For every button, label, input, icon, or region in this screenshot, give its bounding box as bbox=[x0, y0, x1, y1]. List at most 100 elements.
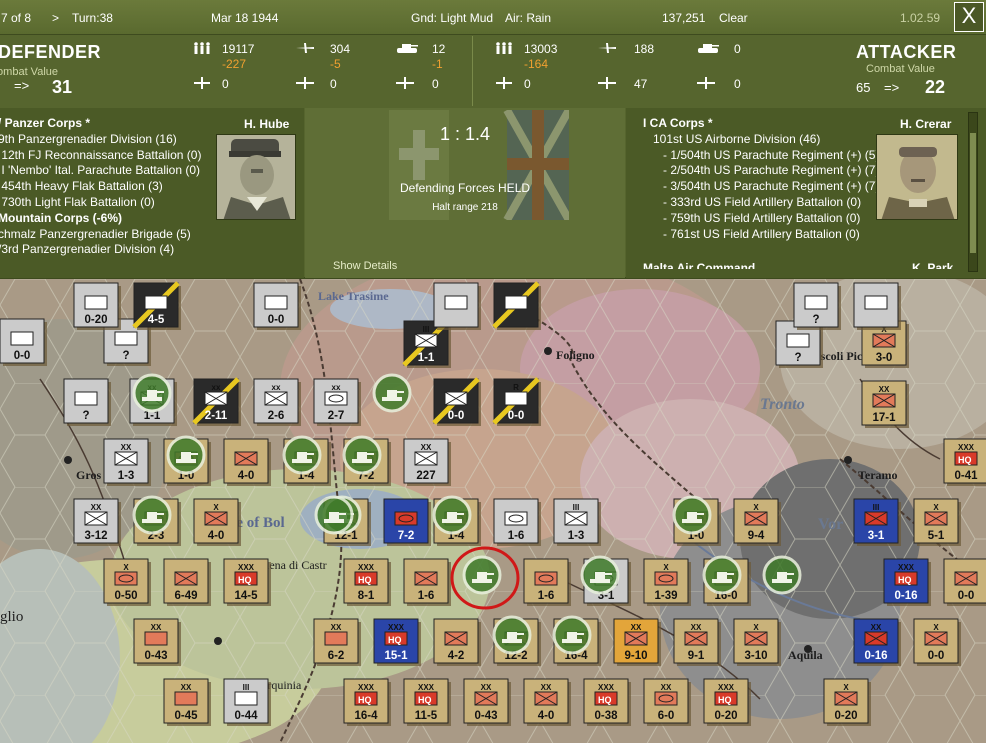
unit-counter[interactable]: XX 0-45 bbox=[163, 678, 211, 726]
air-unit-marker[interactable] bbox=[552, 615, 592, 655]
unit-counter[interactable]: XX 4-0 bbox=[523, 678, 571, 726]
unit-row[interactable]: /3rd Panzergrenadier Division (4) bbox=[0, 242, 201, 258]
hq-label: HQ bbox=[418, 695, 432, 705]
unit-counter[interactable]: HQ XXX 0-38 bbox=[583, 678, 631, 726]
defender-unit-list[interactable]: / Panzer Corps * 9th Panzergrenadier Divi… bbox=[0, 116, 201, 258]
unit-row[interactable]: 454th Heavy Flak Battalion (3) bbox=[0, 179, 201, 195]
unit-counter[interactable]: 0-0 bbox=[943, 558, 986, 606]
unit-row[interactable]: 9th Panzergrenadier Division (16) bbox=[0, 132, 201, 148]
attacker-scrollbar[interactable] bbox=[968, 112, 978, 272]
corps-row[interactable]: / Panzer Corps * bbox=[0, 116, 201, 132]
unit-counter[interactable]: X 0-50 bbox=[103, 558, 151, 606]
unit-counter[interactable]: 0-0 bbox=[432, 377, 481, 426]
unit-counter[interactable]: 1-6 bbox=[403, 558, 451, 606]
unit-counter[interactable]: XX 9-1 bbox=[673, 618, 721, 666]
unit-counter[interactable]: XX 17-1 bbox=[861, 380, 909, 428]
unit-counter[interactable]: HQ XXX 0-16 bbox=[883, 558, 931, 606]
unit-counter[interactable]: 0-20 bbox=[73, 282, 121, 330]
unit-counter[interactable]: X 4-0 bbox=[193, 498, 241, 546]
unit-row[interactable]: I 'Nembo' Ital. Parachute Battalion (0) bbox=[0, 163, 201, 179]
corps-row[interactable]: Mountain Corps (-6%) bbox=[0, 211, 201, 227]
unit-row[interactable]: - 2/504th US Parachute Regiment (+) (7) bbox=[643, 163, 879, 179]
unit-counter[interactable]: HQ XXX 11-5 bbox=[403, 678, 451, 726]
unit-strength-label: 1-3 bbox=[118, 470, 135, 482]
unit-counter[interactable]: 4-5 bbox=[132, 281, 181, 330]
unit-counter[interactable]: 4-2 bbox=[433, 618, 481, 666]
unit-counter[interactable] bbox=[853, 282, 901, 330]
unit-row[interactable]: - 1/504th US Parachute Regiment (+) (5) bbox=[643, 148, 879, 164]
attacker-units-pane[interactable]: I CA Corps * 101st US Airborne Division … bbox=[626, 108, 986, 278]
unit-counter[interactable]: ? bbox=[793, 282, 841, 330]
unit-counter[interactable]: XX 0-16 bbox=[853, 618, 901, 666]
close-button[interactable]: X bbox=[954, 2, 984, 32]
unit-row[interactable]: - 3/504th US Parachute Regiment (+) (7) bbox=[643, 179, 879, 195]
unit-counter[interactable]: XX 0-43 bbox=[463, 678, 511, 726]
hex-map[interactable]: Lake Trasime Foligno Ascoli Piceno Tront… bbox=[0, 279, 986, 743]
unit-row[interactable]: 730th Light Flak Battalion (0) bbox=[0, 195, 201, 211]
corps-row[interactable]: I CA Corps * bbox=[643, 116, 879, 132]
unit-counter[interactable]: ? bbox=[63, 378, 111, 426]
air-unit-marker[interactable] bbox=[166, 435, 206, 475]
next-arrow[interactable]: > bbox=[52, 11, 59, 25]
unit-row[interactable]: chmalz Panzergrenadier Brigade (5) bbox=[0, 227, 201, 243]
air-unit-marker[interactable] bbox=[702, 555, 742, 595]
show-details-link[interactable]: Show Details bbox=[333, 260, 397, 272]
unit-counter[interactable]: xx 2-11 bbox=[192, 377, 241, 426]
unit-counter[interactable] bbox=[433, 282, 481, 330]
air-unit-marker[interactable] bbox=[314, 495, 354, 535]
unit-counter[interactable]: HQ XXX 0-41 bbox=[943, 438, 986, 486]
unit-row[interactable]: - 759th US Field Artillery Battalion (0) bbox=[643, 211, 879, 227]
unit-counter[interactable]: 4-0 bbox=[223, 438, 271, 486]
air-unit-marker[interactable] bbox=[282, 435, 322, 475]
unit-counter[interactable]: III 0-44 bbox=[223, 678, 271, 726]
unit-counter[interactable]: 6-49 bbox=[163, 558, 211, 606]
air-unit-marker[interactable] bbox=[432, 495, 472, 535]
unit-counter[interactable]: III 1-3 bbox=[553, 498, 601, 546]
unit-row[interactable]: - 333rd US Field Artillery Battalion (0) bbox=[643, 195, 879, 211]
unit-counter[interactable]: XX 6-0 bbox=[643, 678, 691, 726]
unit-counter[interactable]: HQ XXX 0-20 bbox=[703, 678, 751, 726]
air-unit-marker[interactable] bbox=[372, 373, 412, 413]
air-unit-marker[interactable] bbox=[762, 555, 802, 595]
unit-counter[interactable]: XX 3-12 bbox=[73, 498, 121, 546]
unit-counter[interactable]: 1-6 bbox=[493, 498, 541, 546]
unit-counter[interactable]: 1-6 bbox=[523, 558, 571, 606]
unit-counter[interactable]: xx 2-7 bbox=[313, 378, 361, 426]
unit-counter[interactable]: XX 1-3 bbox=[103, 438, 151, 486]
unit-counter[interactable]: X 1-39 bbox=[643, 558, 691, 606]
air-unit-marker[interactable] bbox=[492, 615, 532, 655]
unit-counter[interactable]: XX 9-10 bbox=[613, 618, 661, 666]
attacker-unit-list[interactable]: I CA Corps * 101st US Airborne Division … bbox=[643, 116, 879, 242]
unit-counter[interactable]: HQ XXX 8-1 bbox=[343, 558, 391, 606]
unit-counter[interactable]: 7-2 bbox=[383, 498, 431, 546]
air-unit-marker[interactable] bbox=[462, 555, 502, 595]
air-unit-marker[interactable] bbox=[580, 555, 620, 595]
unit-counter[interactable]: HQ XXX 16-4 bbox=[343, 678, 391, 726]
unit-counter[interactable]: X 0-20 bbox=[823, 678, 871, 726]
unit-counter[interactable]: HQ XXX 14-5 bbox=[223, 558, 271, 606]
air-unit-marker[interactable] bbox=[342, 435, 382, 475]
unit-row[interactable]: 12th FJ Reconnaissance Battalion (0) bbox=[0, 148, 201, 164]
unit-counter[interactable]: HQ XXX 15-1 bbox=[373, 618, 421, 666]
scrollbar-thumb[interactable] bbox=[970, 133, 976, 253]
defender-units-pane[interactable]: / Panzer Corps * 9th Panzergrenadier Divi… bbox=[0, 108, 304, 278]
unit-row[interactable]: 101st US Airborne Division (46) bbox=[643, 132, 879, 148]
unit-counter[interactable]: XX 0-43 bbox=[133, 618, 181, 666]
unit-counter[interactable]: X 3-10 bbox=[733, 618, 781, 666]
unit-counter[interactable]: 0-0 bbox=[0, 318, 47, 366]
unit-counter[interactable]: 0-0 bbox=[253, 282, 301, 330]
air-unit-marker[interactable] bbox=[132, 373, 172, 413]
air-unit-marker[interactable] bbox=[672, 495, 712, 535]
unit-counter[interactable]: XX 6-2 bbox=[313, 618, 361, 666]
unit-row[interactable]: - 761st US Field Artillery Battalion (0) bbox=[643, 227, 879, 243]
air-unit-marker[interactable] bbox=[132, 495, 172, 535]
unit-counter[interactable]: R 0-0 bbox=[492, 377, 541, 426]
unit-counter[interactable]: X 0-0 bbox=[913, 618, 961, 666]
unit-size-label: III bbox=[423, 325, 430, 334]
unit-counter[interactable]: xx 2-6 bbox=[253, 378, 301, 426]
unit-counter[interactable]: XX 227 bbox=[403, 438, 451, 486]
unit-counter[interactable]: X 9-4 bbox=[733, 498, 781, 546]
unit-counter[interactable]: X 5-1 bbox=[913, 498, 961, 546]
unit-counter[interactable] bbox=[492, 281, 541, 330]
unit-counter[interactable]: III 3-1 bbox=[853, 498, 901, 546]
